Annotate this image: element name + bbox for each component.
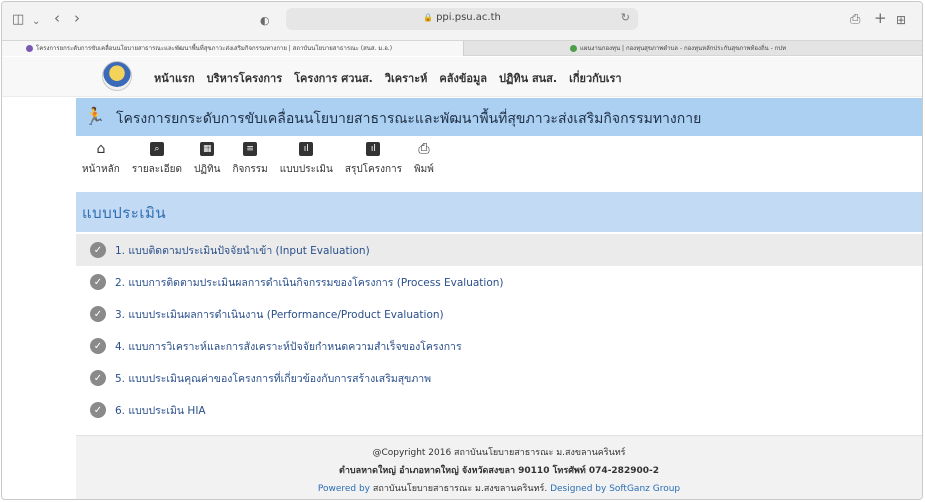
- menu-item-home[interactable]: ⌂ หน้าหลัก: [76, 138, 126, 180]
- browser-window: ◫ ⌄ ‹ › ◐ 🔒 ppi.psu.ac.th ↻ ⎙ + ⊞ โครงการ…: [1, 1, 923, 500]
- evaluation-link[interactable]: 6. แบบประเมิน HIA: [115, 402, 206, 419]
- menu-item-label: ปฏิทิน: [193, 164, 221, 175]
- tab-current[interactable]: โครงการยกระดับการขับเคลื่อนนโยบายสาธารณะ…: [2, 41, 464, 56]
- new-tab-button[interactable]: +: [874, 10, 887, 26]
- check-circle-icon: ✓: [90, 274, 106, 290]
- chart-icon: ıl: [299, 142, 314, 156]
- nav-item-project-admin[interactable]: บริหารโครงการ: [207, 69, 283, 87]
- list-item[interactable]: ✓ 3. แบบประเมินผลการดำเนินงาน (Performan…: [76, 298, 922, 330]
- site-logo[interactable]: [102, 61, 132, 91]
- footer-address: ตำบลหาดใหญ่ อำเภอหาดใหญ่ จังหวัดสงขลา 90…: [76, 463, 922, 477]
- project-title: โครงการยกระดับการขับเคลื่อนนโยบายสาธารณะ…: [116, 111, 702, 127]
- shield-icon[interactable]: ◐: [260, 13, 270, 29]
- powered-label: Powered by: [317, 484, 371, 494]
- footer-address-text: ตำบลหาดใหญ่ อำเภอหาดใหญ่ จังหวัดสงขลา 90…: [338, 466, 659, 476]
- running-person-icon: 🏃: [84, 107, 106, 127]
- print-icon: ⎙: [418, 141, 430, 157]
- nav-item-calendar[interactable]: ปฏิทิน สนส.: [499, 69, 557, 87]
- evaluation-link[interactable]: 2. แบบการติดตามประเมินผลการดำเนินกิจกรรม…: [115, 274, 504, 291]
- menu-item-label: แบบประเมิน: [279, 164, 333, 175]
- footer-copyright: @Copyright 2016 สถาบันนโยบายสาธารณะ ม.สง…: [372, 448, 626, 458]
- lock-icon: 🔒: [423, 13, 434, 22]
- forward-button[interactable]: ›: [74, 10, 80, 26]
- menu-item-evaluation[interactable]: ıl แบบประเมิน: [274, 138, 339, 180]
- menu-item-label: รายละเอียด: [131, 164, 182, 175]
- address-bar[interactable]: 🔒 ppi.psu.ac.th ↻: [286, 8, 638, 30]
- url-field[interactable]: 🔒 ppi.psu.ac.th: [286, 12, 638, 23]
- evaluation-link[interactable]: 4. แบบการวิเคราะห์และการสังเคราะห์ปัจจัย…: [115, 338, 462, 355]
- evaluation-link[interactable]: 1. แบบติดตามประเมินปัจจัยนำเข้า (Input E…: [115, 242, 370, 259]
- list-item[interactable]: ✓ 4. แบบการวิเคราะห์และการสังเคราะห์ปัจจ…: [76, 330, 922, 362]
- clipboard-icon: ≡: [243, 142, 258, 156]
- check-circle-icon: ✓: [90, 370, 106, 386]
- list-item[interactable]: ✓ 6. แบบประเมิน HIA: [76, 394, 922, 426]
- tab-other[interactable]: แผนงานกองทุน | กองทุนสุขภาพตำบล - กองทุน…: [464, 41, 922, 56]
- evaluation-link[interactable]: 3. แบบประเมินผลการดำเนินงาน (Performance…: [115, 306, 444, 323]
- chart-icon: ıl: [366, 142, 381, 156]
- tab-label: แผนงานกองทุน | กองทุนสุขภาพตำบล - กองทุน…: [580, 45, 787, 52]
- main-nav: หน้าแรก บริหารโครงการ โครงการ ศวนส. วิเค…: [154, 69, 622, 87]
- menu-item-summary[interactable]: ıl สรุปโครงการ: [339, 138, 408, 180]
- favicon-icon: [26, 45, 33, 52]
- tab-bar: โครงการยกระดับการขับเคลื่อนนโยบายสาธารณะ…: [2, 40, 922, 56]
- reload-icon[interactable]: ↻: [621, 11, 630, 24]
- tab-overview-icon[interactable]: ⊞: [896, 12, 906, 28]
- menu-item-label: สรุปโครงการ: [344, 164, 403, 175]
- calendar-icon: ▦: [200, 142, 215, 156]
- list-item[interactable]: ✓ 5. แบบประเมินคุณค่าของโครงการที่เกี่ยว…: [76, 362, 922, 394]
- menu-item-label: พิมพ์: [414, 164, 434, 175]
- evaluation-list: ✓ 1. แบบติดตามประเมินปัจจัยนำเข้า (Input…: [76, 234, 922, 426]
- chevron-down-icon[interactable]: ⌄: [32, 14, 40, 30]
- section-header: แบบประเมิน: [76, 192, 922, 232]
- menu-item-label: กิจกรรม: [232, 164, 268, 175]
- section-title: แบบประเมิน: [82, 204, 167, 222]
- nav-item-about[interactable]: เกี่ยวกับเรา: [569, 69, 622, 87]
- project-banner: 🏃 โครงการยกระดับการขับเคลื่อนนโยบายสาธาร…: [76, 98, 922, 136]
- site-header: หน้าแรก บริหารโครงการ โครงการ ศวนส. วิเค…: [2, 57, 922, 97]
- share-icon[interactable]: ⎙: [850, 12, 860, 28]
- menu-item-details[interactable]: ⌕ รายละเอียด: [126, 138, 188, 180]
- project-menu: ⌂ หน้าหลัก ⌕ รายละเอียด ▦ ปฏิทิน ≡ กิจกร…: [76, 138, 440, 180]
- home-icon: ⌂: [96, 141, 106, 157]
- menu-item-activities[interactable]: ≡ กิจกรรม: [226, 138, 273, 180]
- check-circle-icon: ✓: [90, 402, 106, 418]
- nav-item-analysis[interactable]: วิเคราะห์: [385, 69, 428, 87]
- designed-label: Designed by: [550, 484, 607, 494]
- nav-item-data-warehouse[interactable]: คลังข้อมูล: [439, 69, 487, 87]
- evaluation-link[interactable]: 5. แบบประเมินคุณค่าของโครงการที่เกี่ยวข้…: [115, 370, 431, 387]
- nav-item-projects[interactable]: โครงการ ศวนส.: [294, 69, 373, 87]
- check-circle-icon: ✓: [90, 306, 106, 322]
- check-circle-icon: ✓: [90, 338, 106, 354]
- designer-link[interactable]: SoftGanz Group: [609, 484, 680, 494]
- browser-toolbar: ◫ ⌄ ‹ › ◐ 🔒 ppi.psu.ac.th ↻ ⎙ + ⊞: [2, 2, 922, 40]
- menu-item-label: หน้าหลัก: [82, 164, 120, 175]
- sidebar-toggle-icon[interactable]: ◫: [12, 12, 24, 28]
- check-circle-icon: ✓: [90, 242, 106, 258]
- menu-item-calendar[interactable]: ▦ ปฏิทิน: [188, 138, 227, 180]
- list-item[interactable]: ✓ 1. แบบติดตามประเมินปัจจัยนำเข้า (Input…: [76, 234, 922, 266]
- search-icon: ⌕: [149, 142, 164, 156]
- back-button[interactable]: ‹: [54, 10, 60, 26]
- favicon-icon: [570, 45, 577, 52]
- page-footer: @Copyright 2016 สถาบันนโยบายสาธารณะ ม.สง…: [76, 435, 922, 499]
- url-text: ppi.psu.ac.th: [436, 12, 501, 23]
- menu-item-print[interactable]: ⎙ พิมพ์: [408, 138, 440, 180]
- powered-org[interactable]: สถาบันนโยบายสาธารณะ ม.สงขลานครินทร์.: [373, 484, 547, 494]
- list-item[interactable]: ✓ 2. แบบการติดตามประเมินผลการดำเนินกิจกร…: [76, 266, 922, 298]
- nav-item-home[interactable]: หน้าแรก: [154, 69, 195, 87]
- tab-label: โครงการยกระดับการขับเคลื่อนนโยบายสาธารณะ…: [36, 45, 393, 52]
- footer-powered: Powered by สถาบันนโยบายสาธารณะ ม.สงขลานค…: [76, 481, 922, 495]
